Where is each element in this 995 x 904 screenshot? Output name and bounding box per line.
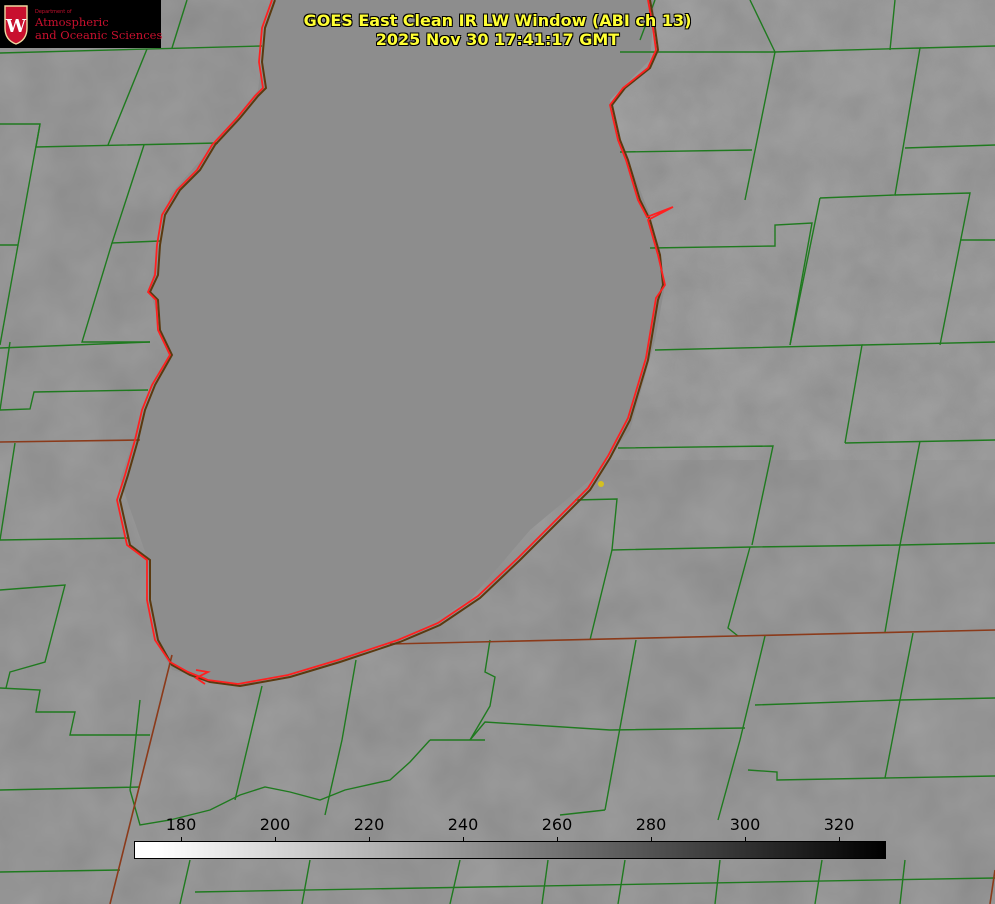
colorbar-tick-label: 280	[635, 815, 667, 834]
colorbar-tick-label: 300	[729, 815, 761, 834]
colorbar-tick-label: 200	[259, 815, 291, 834]
logo-line1: Atmospheric	[35, 15, 109, 29]
logo-line2: and Oceanic Sciences	[35, 28, 163, 42]
colorbar-tick-label: 240	[447, 815, 479, 834]
uw-aos-logo: W Department of Atmospheric and Oceanic …	[0, 0, 163, 48]
city-marker	[598, 481, 604, 487]
colorbar-tick-label: 220	[353, 815, 385, 834]
satellite-image: W Department of Atmospheric and Oceanic …	[0, 0, 995, 904]
uw-crest-icon: W	[4, 5, 28, 45]
colorbar-tick-label: 260	[541, 815, 573, 834]
ir-texture-dark	[600, 0, 995, 460]
svg-text:W: W	[5, 16, 27, 37]
map-layer	[0, 0, 995, 904]
colorbar-tick-label: 320	[823, 815, 855, 834]
colorbar-tick-label: 180	[165, 815, 197, 834]
colorbar-gradient	[134, 841, 886, 859]
